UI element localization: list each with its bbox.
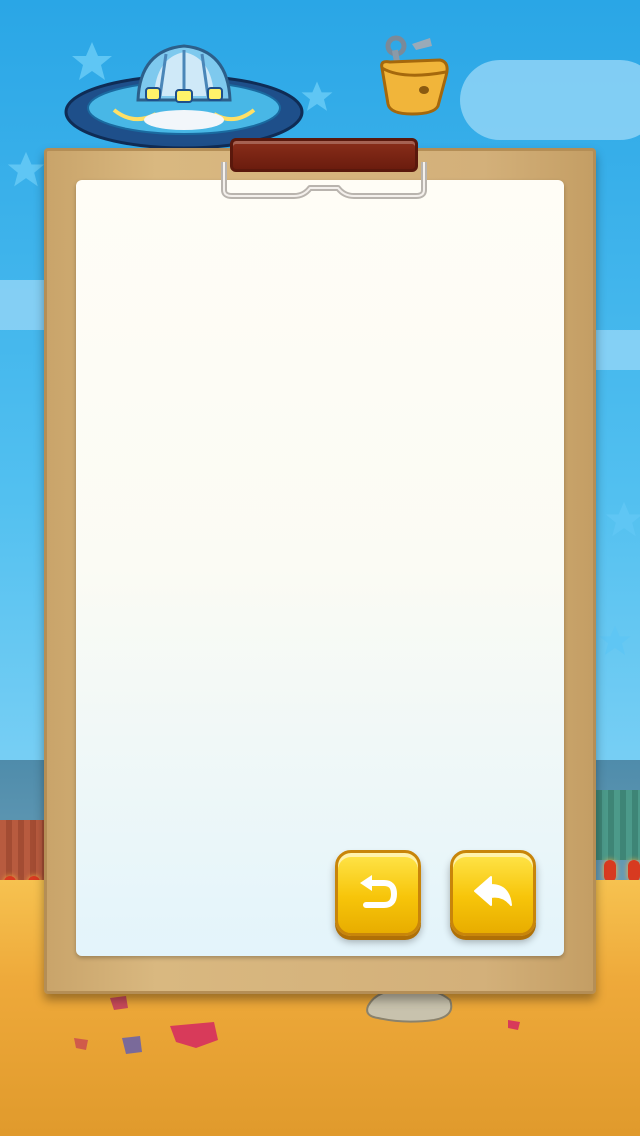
tool-bag-icon[interactable] — [372, 32, 452, 116]
lantern-icon — [604, 860, 616, 882]
clipboard-paper — [76, 180, 564, 956]
debris-icon — [508, 1020, 520, 1030]
ufo-icon — [64, 44, 304, 150]
star-icon — [599, 625, 631, 655]
debris-icon — [170, 1022, 218, 1048]
undo-icon — [360, 875, 397, 908]
lantern-icon — [628, 860, 640, 882]
cloud — [460, 60, 640, 140]
star-icon — [605, 501, 640, 537]
back-arrow-icon — [474, 876, 512, 906]
undo-button[interactable] — [335, 850, 421, 936]
clipboard-clip — [230, 138, 418, 172]
house-roof — [590, 790, 640, 860]
back-button[interactable] — [450, 850, 536, 936]
star-icon — [7, 151, 45, 187]
debris-icon — [74, 1038, 88, 1050]
debris-icon — [122, 1036, 142, 1054]
star-icon — [301, 81, 333, 111]
debris-icon — [110, 996, 128, 1010]
